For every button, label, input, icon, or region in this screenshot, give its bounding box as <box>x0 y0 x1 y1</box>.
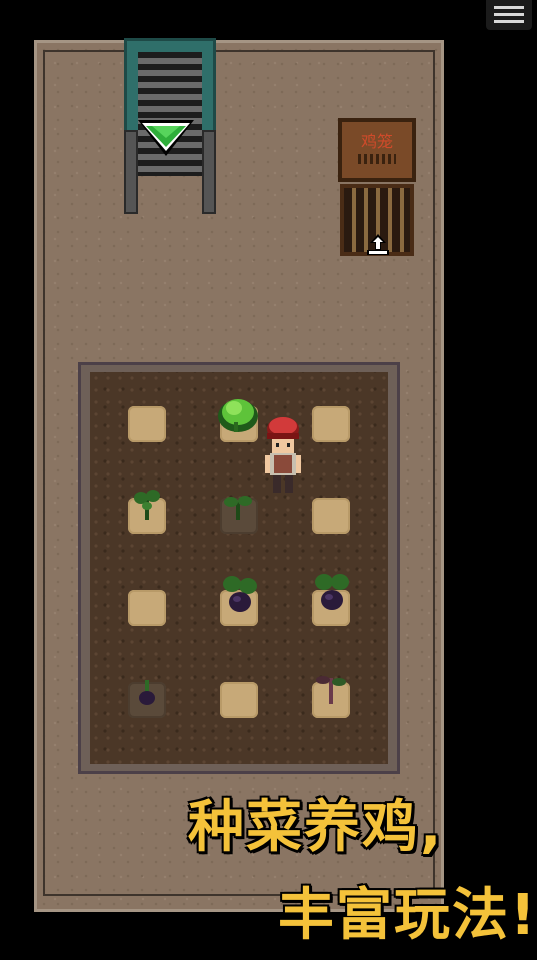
enter-arrow-icon[interactable] <box>364 232 392 260</box>
coop-sign-label: 鸡笼 <box>360 132 393 151</box>
plot-empty[interactable] <box>220 682 258 718</box>
eggplant-icon <box>223 576 257 612</box>
cabbage-icon <box>218 399 258 432</box>
plot-empty[interactable] <box>312 406 350 442</box>
menu-bar <box>494 13 524 16</box>
promo-line-2: 丰富玩法! <box>278 883 537 948</box>
withered-sprout-icon <box>316 676 346 704</box>
eggplant-seedling-icon <box>139 680 155 705</box>
plot-empty[interactable] <box>128 590 166 626</box>
menu-bar <box>494 6 524 9</box>
menu-button[interactable] <box>486 0 532 30</box>
eggplant-icon <box>315 574 349 610</box>
plot-empty[interactable] <box>128 406 166 442</box>
menu-bar <box>494 20 524 23</box>
coop-sign: 鸡笼 <box>338 118 416 182</box>
sprout-icon <box>134 490 160 520</box>
plot-empty[interactable] <box>312 498 350 534</box>
promo-line-1: 种菜养鸡, <box>188 795 444 860</box>
stairs-post-right <box>202 130 216 214</box>
green-down-arrow-icon[interactable] <box>136 118 196 158</box>
coop-sign-slots <box>358 154 396 164</box>
farmer-character[interactable] <box>262 415 304 495</box>
sprout-icon <box>224 496 252 520</box>
